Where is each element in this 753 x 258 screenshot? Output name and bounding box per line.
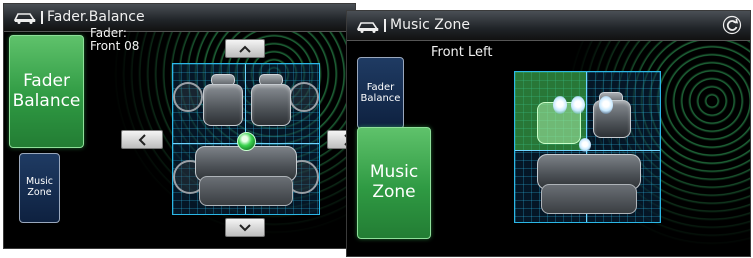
music-zone-button[interactable]: Music Zone — [19, 153, 60, 223]
fader-balance-screen: Fader.Balance Fader Balance Music Zone F… — [3, 3, 356, 249]
balance-left-button[interactable] — [121, 130, 163, 149]
fader-down-button[interactable] — [225, 218, 265, 237]
car-audio-icon — [14, 13, 36, 24]
fader-balance-grid[interactable] — [172, 63, 320, 215]
fader-balance-button[interactable]: Fader Balance — [9, 35, 84, 148]
front-left-seat — [203, 84, 243, 126]
front-right-seat — [251, 84, 291, 126]
rear-bench-seat — [541, 184, 637, 214]
light-orb-icon — [599, 96, 613, 114]
zone-position-marker[interactable] — [579, 138, 591, 152]
light-orb-icon — [553, 96, 567, 114]
fader-position-marker[interactable] — [237, 132, 256, 151]
page-title: Music Zone — [390, 17, 470, 33]
music-zone-button[interactable]: Music Zone — [357, 127, 431, 239]
zone-status-text: Front Left — [431, 45, 493, 60]
fader-balance-label: Fader Balance — [360, 81, 401, 105]
music-zone-label: Music Zone — [369, 162, 419, 202]
music-zone-label: Music Zone — [25, 176, 54, 198]
fader-status-text: Fader: Front 08 — [90, 26, 140, 53]
light-orb-icon — [571, 96, 585, 114]
refresh-icon[interactable] — [722, 15, 742, 35]
fader-balance-button[interactable]: Fader Balance — [357, 57, 404, 129]
front-right-speaker-icon — [289, 82, 319, 112]
car-audio-icon — [357, 22, 379, 33]
rear-bench-seat — [199, 176, 293, 206]
chevron-up-icon — [239, 45, 251, 53]
title-bar: Music Zone — [347, 11, 750, 41]
music-zone-screen: Music Zone Fader Balance Music Zone Fron… — [346, 10, 751, 257]
music-zone-grid[interactable] — [514, 71, 661, 223]
chevron-left-icon — [138, 133, 146, 146]
title-bar: Fader.Balance — [4, 4, 355, 32]
fader-up-button[interactable] — [225, 39, 265, 58]
title-separator — [384, 19, 386, 32]
front-left-speaker-icon — [173, 82, 203, 112]
title-separator — [41, 11, 43, 24]
chevron-down-icon — [239, 223, 251, 231]
fader-balance-label: Fader Balance — [12, 70, 81, 111]
